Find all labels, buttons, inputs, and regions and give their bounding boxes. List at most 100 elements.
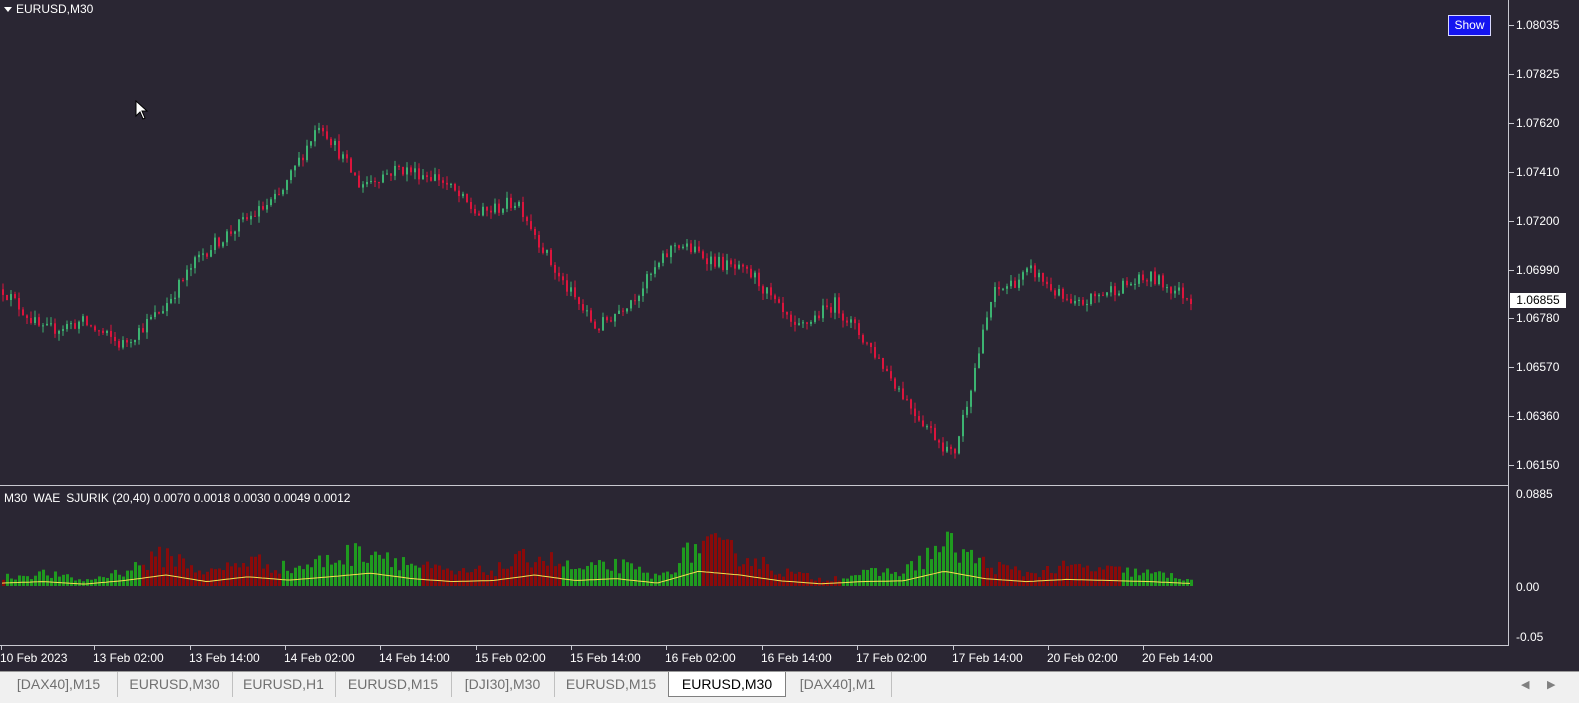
indicator-bar [678, 563, 681, 586]
indicator-bar [1102, 569, 1105, 586]
candle-body [142, 328, 144, 333]
chart-tab[interactable]: EURUSD,M30 [117, 672, 233, 697]
chart-menu-triangle-icon[interactable] [4, 7, 12, 13]
candle-body [894, 378, 896, 389]
candle-body [386, 173, 388, 175]
time-axis-tick [666, 646, 667, 650]
candle-body [870, 342, 872, 348]
candle-body [606, 317, 608, 321]
candle-body [1062, 288, 1064, 299]
chart-title[interactable]: EURUSD,M30 [4, 2, 93, 16]
chart-tab[interactable]: [DAX40],M1 [784, 672, 892, 697]
indicator-bar [298, 565, 301, 586]
candle-body [1050, 284, 1052, 291]
candle-body [338, 140, 340, 159]
indicator-bar [726, 539, 729, 586]
candle-body [6, 294, 8, 301]
time-axis-label: 16 Feb 14:00 [761, 651, 832, 665]
indicator-bar [566, 560, 569, 586]
indicator-bar [1106, 565, 1109, 586]
indicator-bar [790, 571, 793, 586]
indicator-bar [874, 568, 877, 586]
indicator-bar [330, 564, 333, 586]
indicator-bar [630, 563, 633, 586]
candle-body [814, 315, 816, 322]
indicator-bar [1018, 570, 1021, 586]
indicator-bar [658, 575, 661, 586]
indicator-bar [234, 563, 237, 586]
candle-body [550, 249, 552, 265]
indicator-bar [374, 551, 377, 586]
indicator-bar [266, 564, 269, 586]
chart-tab[interactable]: EURUSD,H1 [232, 672, 336, 697]
indicator-bar [366, 562, 369, 586]
candle-body [942, 442, 944, 452]
indicator-bar [22, 575, 25, 586]
candle-body [158, 312, 160, 314]
indicator-bar [654, 573, 657, 586]
candle-body [434, 174, 436, 181]
candle-body [818, 315, 820, 319]
candle-body [454, 183, 456, 191]
indicator-bar [462, 568, 465, 586]
chart-tab[interactable]: EURUSD,M15 [335, 672, 452, 697]
candle-body [1170, 287, 1172, 294]
price-axis-label: 1.07825 [1516, 67, 1560, 81]
indicator-bar [1078, 563, 1081, 586]
indicator-title: M30 WAE SJURIK (20,40) 0.0070 0.0018 0.003… [4, 491, 356, 505]
candle-body [878, 357, 880, 359]
candle-body [562, 276, 564, 281]
candle-body [262, 206, 264, 210]
candle-body [998, 286, 1000, 290]
candle-body [1058, 288, 1060, 296]
candle-body [1190, 298, 1192, 305]
candle-body [302, 157, 304, 161]
indicator-bar [750, 566, 753, 586]
candle-body [66, 324, 68, 330]
candle-body [1110, 286, 1112, 293]
indicator-bar [730, 540, 733, 586]
candle-body [762, 286, 764, 294]
tab-scroll-left-icon[interactable]: ◀ [1521, 678, 1529, 691]
indicator-bar [394, 558, 397, 586]
candle-body [150, 317, 152, 319]
chart-tab[interactable]: [DAX40],M15 [0, 672, 118, 697]
indicator-bar [490, 570, 493, 586]
candle-body [646, 274, 648, 289]
candle-body [346, 154, 348, 159]
indicator-params: SJURIK (20,40) 0.0070 0.0018 0.0030 0.00… [66, 491, 351, 505]
candle-body [90, 325, 92, 327]
indicator-bar [570, 569, 573, 586]
candle-body [882, 357, 884, 369]
candle-body [1090, 293, 1092, 305]
candle-body [14, 294, 16, 299]
candle-body [162, 311, 164, 314]
indicator-bar [554, 566, 557, 586]
indicator-bar [1006, 565, 1009, 586]
indicator-bar [974, 563, 977, 586]
candle-body [402, 166, 404, 175]
indicator-bar [934, 545, 937, 586]
candle-body [790, 314, 792, 322]
chart-tab[interactable]: EURUSD,M15 [554, 672, 669, 697]
candle-body [410, 167, 412, 173]
indicator-bar [1082, 567, 1085, 586]
candle-body [482, 206, 484, 216]
indicator-bar [802, 573, 805, 586]
indicator-scale-zero: 0.00 [1516, 580, 1540, 594]
candle-body [910, 399, 912, 409]
tab-scroll-right-icon[interactable]: ▶ [1547, 678, 1555, 691]
show-button[interactable]: Show [1448, 15, 1491, 36]
candle-body [1142, 274, 1144, 281]
indicator-bar [1114, 566, 1117, 586]
time-axis-tick [1048, 646, 1049, 650]
chart-tab[interactable]: EURUSD,M30 [668, 672, 786, 697]
indicator-bar [918, 555, 921, 586]
candle-body [578, 297, 580, 305]
indicator-bar [114, 569, 117, 586]
candle-body [26, 315, 28, 318]
indicator-bar [978, 557, 981, 586]
chart-tab[interactable]: [DJI30],M30 [451, 672, 555, 697]
indicator-bar [1058, 565, 1061, 586]
indicator-bar [666, 571, 669, 586]
